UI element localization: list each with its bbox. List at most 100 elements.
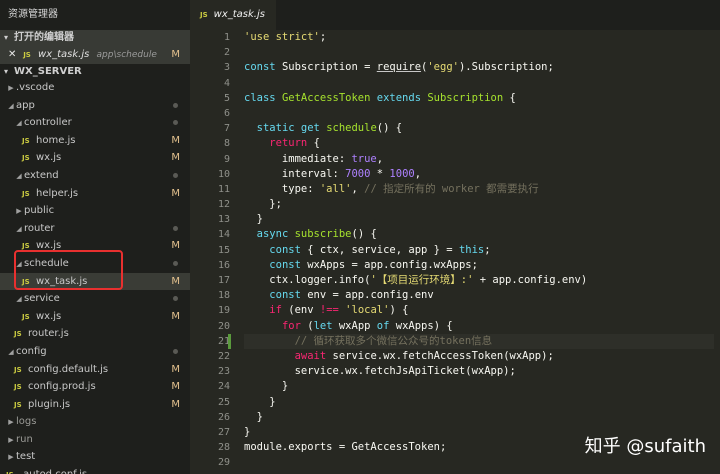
explorer-title: 资源管理器 xyxy=(8,9,58,20)
code-editor[interactable]: 1 2 3 4 5 6 7 8 9 10 11 12 13 14 15 16 17 18 19 20 21 22 23 24 2… xyxy=(190,30,720,474)
code-line[interactable]: } xyxy=(244,212,714,227)
code-token: { ctx, service, app } = xyxy=(307,243,459,256)
tree-folder[interactable]: ▶ run xyxy=(0,431,190,449)
tree-folder[interactable]: ▶ .vscode xyxy=(0,79,190,97)
code-line[interactable]: const Subscription = require('egg').Subs… xyxy=(244,60,714,75)
code-line[interactable]: ctx.logger.info('【项目运行环境】:' + app.config… xyxy=(244,273,714,288)
tree-file[interactable]: JS router.js xyxy=(0,325,190,343)
code-token: 'all' xyxy=(319,182,352,195)
code-token: !== xyxy=(319,304,339,317)
code-line[interactable]: 'use strict'; xyxy=(244,30,714,45)
code-line[interactable]: static get schedule() { xyxy=(244,121,714,136)
tree-folder[interactable]: ▶ logs xyxy=(0,413,190,431)
code-token: // 指定所有的 worker 都需要执行 xyxy=(364,182,539,195)
tree-folder[interactable]: ▶ test xyxy=(0,448,190,466)
code-token: interval: xyxy=(244,167,346,180)
line-number: 17 xyxy=(217,275,230,286)
tree-item-label: app xyxy=(16,99,35,111)
tree-item-label: controller xyxy=(24,117,72,129)
open-editors-header[interactable]: ▾ 打开的编辑器 xyxy=(0,30,190,46)
code-line[interactable]: const { ctx, service, app } = this; xyxy=(244,243,714,258)
code-token: service.wx.fetchJsApiTicket(wxApp); xyxy=(244,365,516,378)
close-icon[interactable]: ✕ xyxy=(8,46,20,64)
chevron-right-icon: ▶ xyxy=(8,453,14,462)
line-number: 7 xyxy=(223,123,230,135)
tree-folder[interactable]: ◢ app xyxy=(0,97,190,115)
tree-folder[interactable]: ◢ extend xyxy=(0,167,190,185)
code-line[interactable]: const env = app.config.env xyxy=(244,288,714,303)
code-line[interactable] xyxy=(244,76,714,91)
modified-badge: M xyxy=(171,381,180,393)
code-token: if xyxy=(269,304,289,317)
tree-file[interactable]: JS helper.js M xyxy=(0,185,190,203)
modified-badge: M xyxy=(171,240,180,252)
code-area[interactable]: 'use strict'; const Subscription = requi… xyxy=(244,30,714,470)
tree-folder[interactable]: ◢ controller xyxy=(0,114,190,132)
code-line[interactable]: if (env !== 'local') { xyxy=(244,303,714,318)
tree-folder[interactable]: ◢ router xyxy=(0,220,190,238)
tree-file[interactable]: JS wx.js M xyxy=(0,149,190,167)
code-token: require xyxy=(376,61,422,74)
code-line[interactable]: } xyxy=(244,395,714,410)
code-line[interactable]: for (let wxApp of wxApps) { xyxy=(244,319,714,334)
code-line[interactable]: } xyxy=(244,410,714,425)
tree-file[interactable]: JS wx.js M xyxy=(0,308,190,326)
code-token: this xyxy=(458,243,485,256)
tree-file[interactable]: JS.autod.conf.js xyxy=(0,466,190,474)
code-token: , xyxy=(414,167,422,180)
code-line[interactable]: const wxApps = app.config.wxApps; xyxy=(244,258,714,273)
code-line[interactable]: await service.wx.fetchAccessToken(wxApp)… xyxy=(244,349,714,364)
code-line[interactable]: }; xyxy=(244,197,714,212)
code-line[interactable]: interval: 7000 * 1000, xyxy=(244,167,714,182)
code-line[interactable]: class GetAccessToken extends Subscriptio… xyxy=(244,91,714,106)
line-number: 6 xyxy=(223,107,230,119)
line-number: 11 xyxy=(217,183,230,195)
line-number: 22 xyxy=(217,350,230,362)
tree-file[interactable]: JS config.prod.js M xyxy=(0,378,190,396)
code-token: * xyxy=(370,167,390,180)
code-token: true xyxy=(351,152,377,165)
code-line[interactable]: immediate: true, xyxy=(244,152,714,167)
modified-line-indicator xyxy=(228,334,231,349)
code-line[interactable] xyxy=(244,106,714,121)
chevron-right-icon: ▶ xyxy=(8,418,14,427)
tree-file[interactable]: JS plugin.js M xyxy=(0,396,190,414)
tab-wx-task[interactable]: JS wx_task.js xyxy=(190,0,276,30)
project-header[interactable]: ▾ WX_SERVER xyxy=(0,64,190,80)
chevron-right-icon: ▶ xyxy=(16,207,22,216)
code-token: } xyxy=(244,395,276,408)
code-token: await xyxy=(294,349,333,362)
chevron-down-icon: ◢ xyxy=(8,101,14,110)
chevron-right-icon: ▶ xyxy=(8,84,14,92)
tree-folder[interactable]: ◢ config xyxy=(0,343,190,361)
code-line[interactable]: type: 'all', // 指定所有的 worker 都需要执行 xyxy=(244,182,714,197)
code-line[interactable]: } xyxy=(244,379,714,394)
chevron-down-icon: ▾ xyxy=(4,67,9,76)
code-line[interactable]: // 循环获取多个微信公众号的token信息 xyxy=(244,333,714,349)
code-token: return xyxy=(269,137,314,150)
js-file-icon: JS xyxy=(22,154,30,163)
modified-dot-icon xyxy=(173,260,178,266)
modified-dot-icon xyxy=(173,296,178,302)
code-line[interactable]: service.wx.fetchJsApiTicket(wxApp); xyxy=(244,364,714,379)
tree-file[interactable]: JS home.js M xyxy=(0,132,190,150)
code-line[interactable] xyxy=(244,45,714,60)
code-line[interactable]: return { xyxy=(244,136,714,151)
tree-folder[interactable]: ▶ public xyxy=(0,202,190,220)
code-token: extends xyxy=(376,91,428,104)
code-token: type: xyxy=(244,182,320,195)
tree-file[interactable]: JS config.default.js M xyxy=(0,361,190,379)
modified-badge: M xyxy=(171,134,180,146)
tree-item-label: router xyxy=(24,222,55,234)
code-token: of xyxy=(376,319,396,332)
open-editor-item[interactable]: ✕ JS wx_task.js app\schedule M xyxy=(0,46,190,64)
project-label: WX_SERVER xyxy=(14,66,82,77)
tree-folder[interactable]: ◢ service xyxy=(0,290,190,308)
annotation-highlight-box xyxy=(14,250,123,290)
tree-item-label: .autod.conf.js xyxy=(20,469,87,474)
code-line[interactable]: async subscribe() { xyxy=(244,227,714,242)
code-token: schedule xyxy=(326,122,377,135)
